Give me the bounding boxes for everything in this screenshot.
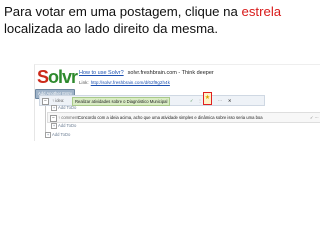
add-todo-label: Add ToDo [58,105,77,110]
add-todo-label: Add ToDo [58,123,77,128]
add-todo-button[interactable]: + Add ToDo [51,105,76,111]
comment-tag: ↑ comment: [58,115,80,120]
link-line: Link: http://solvr.freshbrain.com/d/62f9g… [79,79,170,86]
add-todo-label: Add ToDo [52,132,71,137]
add-todo-button[interactable]: + Add ToDo [45,132,70,138]
caption-line-1: Para votar em uma postagem, clique na es… [4,3,316,20]
comment-tools-icon[interactable]: ✓ ⋯ [310,113,319,122]
caption-highlight-word: estrela [241,4,282,19]
add-todo-button[interactable]: + Add ToDo [51,123,76,129]
check-icon[interactable]: ✓ [190,96,194,105]
page-header: How to use Solvr? solvr.freshbrain.com - … [79,69,214,77]
vote-star-highlight[interactable]: ★ [203,92,212,105]
more-icon[interactable]: ⋮ [198,96,202,105]
solvr-logo[interactable]: Solvr [37,67,78,87]
options-icon[interactable]: ⋯ [218,96,222,105]
instruction-caption: Para votar em uma postagem, clique na es… [4,3,316,37]
link-url[interactable]: http://solvr.freshbrain.com/d/62f9g2h4k [91,80,170,85]
plus-icon: + [51,123,57,129]
comment-row: − ↑ comment: Concordo com a ideia acima,… [47,112,320,123]
how-to-use-link[interactable]: How to use Solvr? [79,70,124,76]
plus-icon: + [45,132,51,138]
idea-text[interactable]: Realizar atividades sobre o Diagnóstico … [72,97,171,106]
idea-tag: ↑ idea: [52,98,65,103]
collapse-idea-button[interactable]: − [42,98,49,105]
site-title: solvr.freshbrain.com - Think deeper [127,70,214,76]
close-icon[interactable]: ✕ [228,96,232,105]
logo-letters: olvr [48,67,78,87]
collapse-comment-button[interactable]: − [50,115,57,122]
caption-line-1-text: Para votar em uma postagem, clique na [4,4,242,19]
comment-text[interactable]: Concordo com a ideia acima, acho que uma… [78,113,263,122]
star-icon[interactable]: ★ [204,94,211,103]
plus-icon: + [51,105,57,111]
link-label: Link: [79,80,89,85]
solvr-screenshot: Solvr Add Another Entry How to use Solvr… [34,64,320,141]
caption-line-2: localizada ao lado direito da mesma. [4,21,219,36]
logo-letter-s: S [37,67,49,87]
tree-connector [45,103,46,133]
